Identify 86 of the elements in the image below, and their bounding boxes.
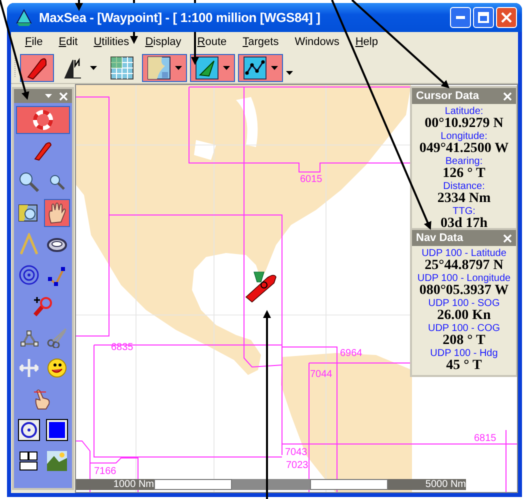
chart-number-label: 7044 <box>310 369 332 380</box>
add-mark-icon <box>32 295 54 317</box>
menu-item[interactable]: Help <box>347 36 386 48</box>
toolbar-grip-icon <box>14 56 17 78</box>
boat-icon <box>246 274 276 302</box>
chart-icon <box>147 56 171 80</box>
field-label: UDP 100 - Longitude <box>416 273 512 284</box>
maximize-icon <box>478 12 489 23</box>
field-label: Distance: <box>442 181 486 192</box>
boat-icon <box>25 56 49 80</box>
toolbar-button[interactable] <box>142 54 187 82</box>
numbering-icon <box>18 450 40 472</box>
smiley-icon <box>46 357 68 379</box>
close-button[interactable] <box>496 7 517 28</box>
menu-item[interactable]: Display <box>137 36 190 48</box>
overflow-caret-icon[interactable] <box>286 70 293 74</box>
map-zoom-icon <box>18 202 40 224</box>
field-label: UDP 100 - SOG <box>427 298 501 309</box>
panel-title: Cursor Data <box>416 90 479 102</box>
move-icon <box>18 357 40 379</box>
dropdown-caret-icon <box>271 66 278 70</box>
route-points-icon <box>46 264 68 286</box>
toolbar-button[interactable] <box>190 54 235 82</box>
window-title: MaxSea - [Waypoint] - [ 1:100 million [WGS84] ] <box>39 3 320 32</box>
picture-icon <box>46 450 68 472</box>
field-value: 03d 17h <box>439 217 489 231</box>
field-value: 080°05.3937 W <box>418 284 509 298</box>
field-value: 25°44.8797 N <box>424 259 504 273</box>
dividers-icon <box>18 233 40 255</box>
close-icon[interactable] <box>59 92 68 100</box>
waypoint-flag-icon <box>254 272 264 282</box>
field-label: Bearing: <box>444 156 484 167</box>
field-value: 126 ° T <box>442 167 486 181</box>
tool-button[interactable] <box>44 416 70 444</box>
dropdown-caret-icon <box>223 66 230 70</box>
route-icon <box>243 56 267 80</box>
waypoint-icon <box>195 56 219 80</box>
panel-title: Nav Data <box>416 232 464 244</box>
tool-button[interactable] <box>16 416 42 444</box>
menu-item[interactable]: Route <box>189 36 235 48</box>
dropdown-caret-icon <box>90 66 97 70</box>
field-value: 208 ° T <box>442 334 486 348</box>
chart-number-label: 7023 <box>286 460 308 471</box>
close-icon[interactable] <box>503 234 512 242</box>
chart-number-label: 6964 <box>340 348 362 359</box>
scale-label: 1000 Nm <box>76 479 154 490</box>
field-label: UDP 100 - Latitude <box>420 248 508 259</box>
field-label: TTG: <box>452 206 476 217</box>
grid-icon <box>110 56 134 80</box>
maximize-button[interactable] <box>473 7 494 28</box>
field-label: UDP 100 - Hdg <box>429 348 499 359</box>
zoom-in-icon <box>18 171 40 193</box>
minimize-icon <box>456 16 465 19</box>
target-icon <box>18 264 40 286</box>
menu-item[interactable]: File <box>17 36 51 48</box>
menu-item[interactable]: Windows <box>286 36 348 48</box>
lifebuoy-icon <box>32 109 54 131</box>
circle-style-icon <box>18 419 40 441</box>
close-icon[interactable] <box>503 92 512 100</box>
dropdown-caret-icon[interactable] <box>45 94 52 98</box>
scissors-icon <box>46 326 68 348</box>
menu-item[interactable]: Utilities <box>86 36 138 48</box>
field-value: 00°10.9279 N <box>424 117 504 131</box>
close-icon <box>501 12 512 23</box>
scale-label: 5000 Nm <box>388 479 466 490</box>
field-value: 049°41.2500 W <box>418 142 510 156</box>
menu-item[interactable]: Targets <box>234 36 287 48</box>
field-value: 2334 Nm <box>436 192 492 206</box>
hand-icon <box>46 202 68 224</box>
field-label: Latitude: <box>444 106 484 117</box>
field-label: UDP 100 - COG <box>426 323 502 334</box>
marker-icon <box>32 140 54 162</box>
chart-number-label: 6015 <box>300 174 322 185</box>
app-icon <box>15 8 33 26</box>
minimize-button[interactable] <box>450 7 471 28</box>
chart-number-label: 7043 <box>285 447 308 458</box>
toolbar-button[interactable] <box>238 54 283 82</box>
chart-number-label: 6815 <box>474 433 496 444</box>
field-label: Longitude: <box>440 131 488 142</box>
menu-item[interactable]: Edit <box>50 36 86 48</box>
field-value: 26.00 Kn <box>436 309 492 323</box>
annotation-arrow <box>75 0 83 11</box>
field-value: 45 ° T <box>445 359 482 373</box>
dropdown-caret-icon <box>175 66 182 70</box>
chart-number-label: 7166 <box>94 466 116 477</box>
square-style-icon <box>46 419 68 441</box>
